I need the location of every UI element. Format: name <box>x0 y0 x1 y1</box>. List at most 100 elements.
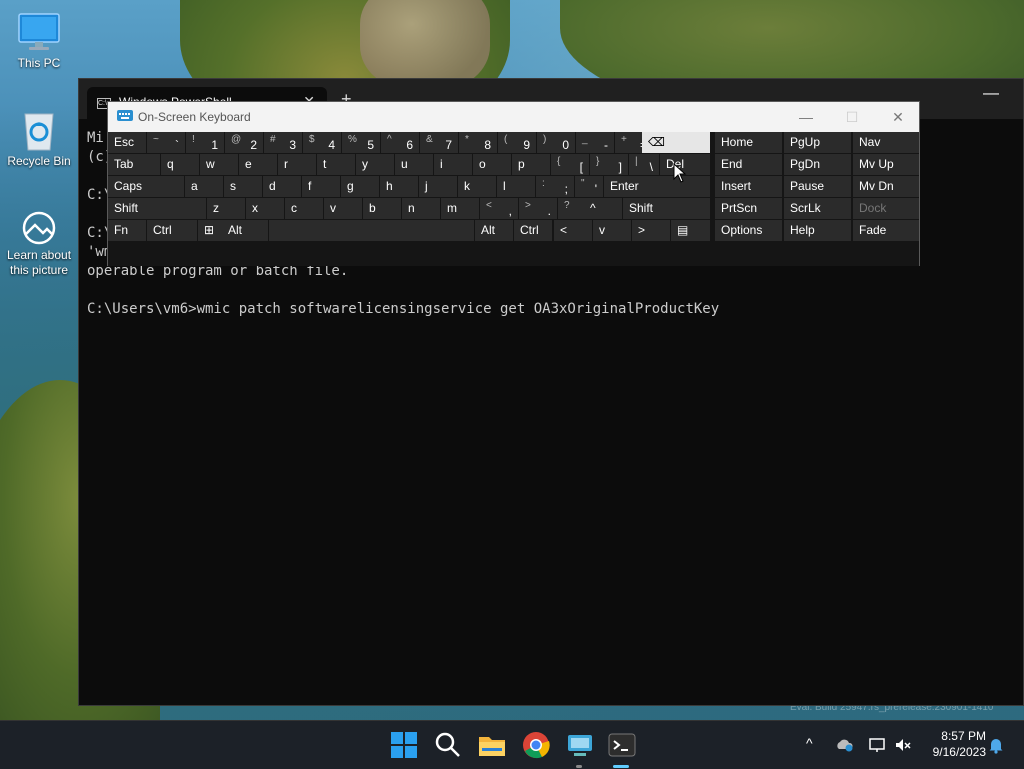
key-enter[interactable]: Enter <box>604 176 710 197</box>
close-button[interactable]: ✕ <box>880 106 916 128</box>
chevron-up-icon[interactable]: ^ <box>806 735 813 751</box>
clock-date[interactable]: 9/16/2023 <box>918 745 986 759</box>
key-scrlk[interactable]: ScrLk <box>784 198 851 219</box>
key-o[interactable]: o <box>473 154 511 175</box>
key-lbracket[interactable]: {[ <box>551 154 589 175</box>
key-j[interactable]: j <box>419 176 457 197</box>
key-r[interactable]: r <box>278 154 316 175</box>
on-screen-keyboard-window[interactable]: On-Screen Keyboard — ☐ ✕ Esc ~ `! 1 @2 #3 $4% 5… <box>107 101 920 266</box>
clock-time[interactable]: 8:57 PM <box>930 729 986 743</box>
key-menu[interactable]: ▤ <box>671 220 710 241</box>
key-mv-up[interactable]: Mv Up <box>853 154 919 175</box>
key-backslash[interactable]: | \ <box>629 154 659 175</box>
key-h[interactable]: h <box>380 176 418 197</box>
key-ralt[interactable]: Alt <box>475 220 513 241</box>
key-fade[interactable]: Fade <box>853 220 919 241</box>
key-7[interactable]: & 7 <box>420 132 458 153</box>
key-home[interactable]: Home <box>715 132 782 153</box>
key-z[interactable]: z <box>207 198 245 219</box>
key-options[interactable]: Options <box>715 220 782 241</box>
network-icon[interactable] <box>868 736 886 754</box>
minimize-button[interactable]: — <box>788 106 824 128</box>
terminal-icon[interactable] <box>606 729 638 761</box>
key-a[interactable]: a <box>185 176 223 197</box>
volume-muted-icon[interactable] <box>894 736 912 754</box>
key-pgup[interactable]: PgUp <box>784 132 851 153</box>
key-x[interactable]: x <box>246 198 284 219</box>
notification-bell-icon[interactable] <box>988 736 1004 754</box>
key-caps[interactable]: Caps <box>108 176 184 197</box>
key-y[interactable]: y <box>356 154 394 175</box>
desktop-icon-recycle-bin[interactable]: Recycle Bin <box>0 108 78 169</box>
key-space[interactable] <box>269 220 474 241</box>
key-up[interactable]: ^ <box>584 198 622 219</box>
key-end[interactable]: End <box>715 154 782 175</box>
start-icon[interactable] <box>388 729 420 761</box>
file-explorer-icon[interactable] <box>476 729 508 761</box>
key-down[interactable]: v <box>593 220 631 241</box>
key-quote[interactable]: " ' <box>575 176 603 197</box>
key-9[interactable]: (9 <box>498 132 536 153</box>
key-5[interactable]: % 5 <box>342 132 380 153</box>
key-f[interactable]: f <box>302 176 340 197</box>
key-m[interactable]: m <box>441 198 479 219</box>
key-insert[interactable]: Insert <box>715 176 782 197</box>
key-lshift[interactable]: Shift <box>108 198 206 219</box>
key-lalt[interactable]: Alt <box>222 220 268 241</box>
key-8[interactable]: * 8 <box>459 132 497 153</box>
key-rbracket[interactable]: }] <box>590 154 628 175</box>
key-comma[interactable]: <, <box>480 198 518 219</box>
key-rshift[interactable]: Shift <box>623 198 710 219</box>
key-rctrl[interactable]: Ctrl <box>514 220 552 241</box>
key-g[interactable]: g <box>341 176 379 197</box>
key-c[interactable]: c <box>285 198 323 219</box>
key-d[interactable]: d <box>263 176 301 197</box>
key-s[interactable]: s <box>224 176 262 197</box>
key-u[interactable]: u <box>395 154 433 175</box>
key-backspace[interactable]: ⌫ <box>642 132 710 153</box>
key-l[interactable]: l <box>497 176 535 197</box>
key-minus[interactable]: _ - <box>576 132 614 153</box>
key-e[interactable]: e <box>239 154 277 175</box>
key-6[interactable]: ^ 6 <box>381 132 419 153</box>
key-p[interactable]: p <box>512 154 550 175</box>
key-0[interactable]: ) 0 <box>537 132 575 153</box>
key-k[interactable]: k <box>458 176 496 197</box>
key-period[interactable]: >. <box>519 198 557 219</box>
desktop-icon-this-pc[interactable]: This PC <box>0 10 78 71</box>
key-t[interactable]: t <box>317 154 355 175</box>
key-lctrl[interactable]: Ctrl <box>147 220 197 241</box>
key-q[interactable]: q <box>161 154 199 175</box>
key-left[interactable]: < <box>554 220 592 241</box>
key-v[interactable]: v <box>324 198 362 219</box>
onedrive-icon[interactable] <box>836 737 854 753</box>
osk-titlebar[interactable]: On-Screen Keyboard — ☐ ✕ <box>108 102 919 132</box>
minimize-button[interactable]: — <box>983 85 999 103</box>
key-w[interactable]: w <box>200 154 238 175</box>
key-esc[interactable]: Esc <box>108 132 146 153</box>
key-i[interactable]: i <box>434 154 472 175</box>
key-pause[interactable]: Pause <box>784 176 851 197</box>
maximize-button[interactable]: ☐ <box>834 106 870 128</box>
key-dock[interactable]: Dock <box>853 198 919 219</box>
search-icon[interactable] <box>432 729 464 761</box>
key-prtscn[interactable]: PrtScn <box>715 198 782 219</box>
key-semicolon[interactable]: :; <box>536 176 574 197</box>
key-tab[interactable]: Tab <box>108 154 160 175</box>
key-2[interactable]: @2 <box>225 132 263 153</box>
key-mv-dn[interactable]: Mv Dn <box>853 176 919 197</box>
key-fn[interactable]: Fn <box>108 220 146 241</box>
key-right[interactable]: > <box>632 220 670 241</box>
desktop-icon-learn-picture[interactable]: Learn about this picture <box>0 210 78 278</box>
key-help[interactable]: Help <box>784 220 851 241</box>
key-n[interactable]: n <box>402 198 440 219</box>
key-4[interactable]: $4 <box>303 132 341 153</box>
key-tilde[interactable]: ~ ` <box>147 132 185 153</box>
key-b[interactable]: b <box>363 198 401 219</box>
key-1[interactable]: ! 1 <box>186 132 224 153</box>
network-app-icon[interactable] <box>564 729 596 761</box>
key-3[interactable]: #3 <box>264 132 302 153</box>
key-pgdn[interactable]: PgDn <box>784 154 851 175</box>
chrome-icon[interactable] <box>520 729 552 761</box>
key-nav[interactable]: Nav <box>853 132 919 153</box>
